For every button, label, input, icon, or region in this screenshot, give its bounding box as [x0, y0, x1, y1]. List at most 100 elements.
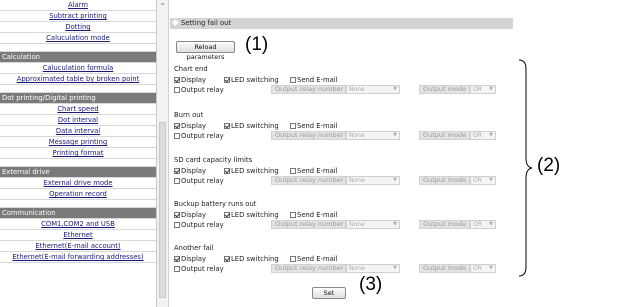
sidebar-link[interactable]: COM1,COM2 and USB	[41, 220, 115, 228]
output-relay-checkbox[interactable]	[174, 133, 180, 139]
diamond-icon	[171, 18, 180, 27]
sidebar-link[interactable]: Printing format	[53, 149, 104, 157]
sidebar-link[interactable]: Dot interval	[58, 116, 98, 124]
chevron-down-icon: ▼	[393, 221, 397, 227]
output-relay-number-select: None ▼	[346, 131, 400, 140]
sidebar-link[interactable]: Dotting	[65, 23, 90, 31]
led-switching-checkbox[interactable]	[224, 212, 230, 218]
output-relay-checkbox[interactable]	[174, 266, 180, 272]
display-option[interactable]: Display	[174, 255, 206, 263]
sidebar-link[interactable]: Ethernet(E-mail forwarding addresses)	[12, 253, 143, 261]
callout-label-1: (1)	[245, 34, 269, 55]
sidebar-link[interactable]: Ethernet(E-mail account)	[35, 242, 120, 250]
led-switching-option[interactable]: LED switching	[224, 211, 279, 219]
display-option[interactable]: Display	[174, 122, 206, 130]
send-email-option[interactable]: Send E-mail	[290, 255, 338, 263]
send-email-checkbox[interactable]	[290, 123, 296, 129]
output-relay-option[interactable]: Output relay	[174, 86, 224, 94]
relay-number-value: None	[349, 132, 365, 139]
output-relay-number-label: Output relay number	[271, 131, 346, 140]
set-button[interactable]: Set	[312, 287, 346, 299]
section-title: Setting fail out	[181, 19, 232, 27]
display-checkbox[interactable]	[174, 77, 180, 83]
output-relay-option[interactable]: Output relay	[174, 132, 224, 140]
led-switching-option[interactable]: LED switching	[224, 76, 279, 84]
display-label: Display	[181, 255, 207, 263]
sidebar-link[interactable]: Ethernet	[63, 231, 92, 239]
scroll-up-arrow-icon[interactable]: ⌃	[158, 2, 167, 11]
sidebar-link[interactable]: Operation record	[49, 190, 107, 198]
led-switching-option[interactable]: LED switching	[224, 122, 279, 130]
callout-label-3: (3)	[359, 274, 383, 295]
sidebar-item: Alarm	[0, 0, 156, 11]
output-relay-checkbox[interactable]	[174, 178, 180, 184]
sidebar-link[interactable]: Chart speed	[57, 105, 98, 113]
led-switching-checkbox[interactable]	[224, 123, 230, 129]
output-mode-select: OR ▼	[470, 85, 496, 94]
output-relay-option[interactable]: Output relay	[174, 221, 224, 229]
send-email-label: Send E-mail	[297, 167, 338, 175]
sidebar-link[interactable]: Subtract printing	[49, 12, 107, 20]
send-email-checkbox[interactable]	[290, 256, 296, 262]
scrollbar-thumb[interactable]	[159, 122, 166, 298]
sidebar-scrollbar[interactable]: ⌃	[157, 0, 169, 307]
led-switching-option[interactable]: LED switching	[224, 167, 279, 175]
relay-number-value: None	[349, 177, 365, 184]
output-mode-select: OR ▼	[470, 220, 496, 229]
sidebar-link[interactable]: Caluculation formula	[43, 64, 114, 72]
sidebar-link[interactable]: Message printing	[49, 138, 107, 146]
send-email-checkbox[interactable]	[290, 212, 296, 218]
output-mode-select: OR ▼	[470, 264, 496, 273]
sidebar-link[interactable]: Data interval	[56, 127, 100, 135]
display-checkbox[interactable]	[174, 256, 180, 262]
sidebar-link[interactable]: Caluculation mode	[46, 34, 110, 42]
output-relay-number-select: None ▼	[346, 220, 400, 229]
output-relay-checkbox[interactable]	[174, 87, 180, 93]
led-switching-option[interactable]: LED switching	[224, 255, 279, 263]
led-switching-label: LED switching	[231, 255, 279, 263]
send-email-checkbox[interactable]	[290, 168, 296, 174]
sidebar-item: Dot interval	[0, 115, 156, 126]
output-mode-select: OR ▼	[470, 176, 496, 185]
send-email-option[interactable]: Send E-mail	[290, 167, 338, 175]
fail-group: Another fail Display LED switching Send E-m…	[174, 244, 504, 278]
led-switching-checkbox[interactable]	[224, 256, 230, 262]
led-switching-checkbox[interactable]	[224, 168, 230, 174]
display-checkbox[interactable]	[174, 168, 180, 174]
display-checkbox[interactable]	[174, 123, 180, 129]
output-relay-number-select: None ▼	[346, 176, 400, 185]
output-relay-number-label: Output relay number	[271, 176, 346, 185]
display-label: Display	[181, 167, 207, 175]
display-option[interactable]: Display	[174, 167, 206, 175]
sidebar-link[interactable]: External drive mode	[44, 179, 113, 187]
reload-parameters-button[interactable]: Reload parameters	[176, 41, 235, 61]
output-relay-number-label: Output relay number	[271, 264, 346, 273]
chevron-down-icon: ▼	[489, 265, 493, 271]
display-label: Display	[181, 76, 207, 84]
fail-group-title: Chart end	[174, 65, 208, 73]
chevron-down-icon: ▼	[489, 132, 493, 138]
output-relay-checkbox[interactable]	[174, 222, 180, 228]
display-option[interactable]: Display	[174, 211, 206, 219]
send-email-option[interactable]: Send E-mail	[290, 76, 338, 84]
sidebar-link[interactable]: Alarm	[68, 1, 88, 9]
sidebar-link[interactable]: Approximated table by broken point	[17, 75, 140, 83]
sidebar-spacer	[0, 200, 156, 208]
send-email-option[interactable]: Send E-mail	[290, 122, 338, 130]
send-email-label: Send E-mail	[297, 76, 338, 84]
output-mode-label: Output mode	[419, 131, 470, 140]
output-mode-value: OR	[473, 221, 482, 228]
output-mode-label: Output mode	[419, 264, 470, 273]
display-checkbox[interactable]	[174, 212, 180, 218]
led-switching-checkbox[interactable]	[224, 77, 230, 83]
send-email-option[interactable]: Send E-mail	[290, 211, 338, 219]
output-relay-option[interactable]: Output relay	[174, 265, 224, 273]
send-email-checkbox[interactable]	[290, 77, 296, 83]
display-option[interactable]: Display	[174, 76, 206, 84]
fail-group: Chart end Display LED switching Send E-mail…	[174, 65, 504, 99]
sidebar-item: Printing format	[0, 148, 156, 159]
output-relay-option[interactable]: Output relay	[174, 177, 224, 185]
sidebar-item: Dotting	[0, 22, 156, 33]
output-relay-number-label: Output relay number	[271, 85, 346, 94]
output-mode-label: Output mode	[419, 176, 470, 185]
